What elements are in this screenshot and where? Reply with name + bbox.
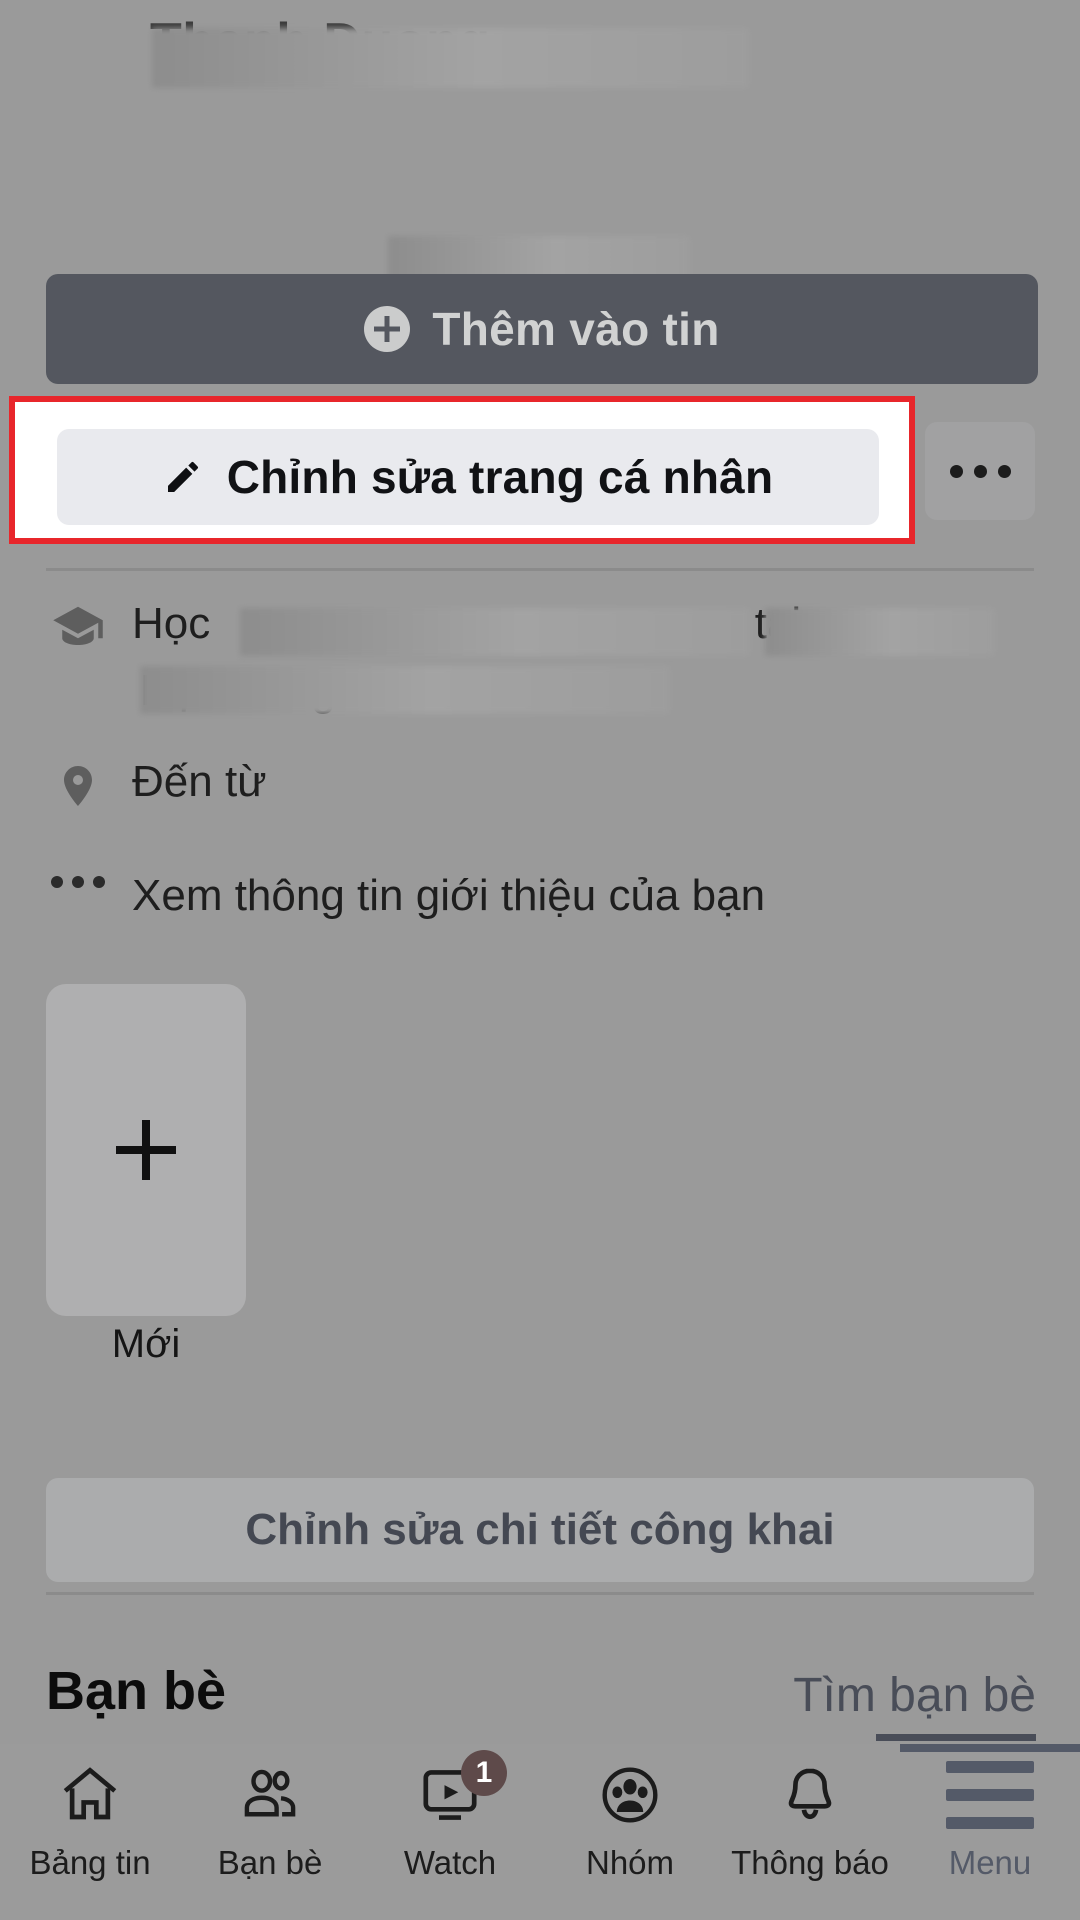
edit-public-details-button[interactable]: Chỉnh sửa chi tiết công khai <box>46 1478 1034 1582</box>
tab-label: Bạn bè <box>217 1844 323 1881</box>
info-row-hometown[interactable]: Đến từ <box>0 754 1080 834</box>
groups-icon <box>597 1758 663 1832</box>
education-redaction-1 <box>240 608 750 656</box>
plus-circle-icon <box>364 306 411 352</box>
ellipsis-icon <box>997 464 1011 478</box>
profile-name-redaction <box>152 28 749 88</box>
education-redaction-2 <box>765 608 995 656</box>
edit-profile-button[interactable]: Chỉnh sửa trang cá nhân <box>57 429 879 525</box>
profile-name-row: Thanh Duong <box>0 6 1080 92</box>
tab-label: Bảng tin <box>29 1844 151 1881</box>
phone-screenshot: Thanh Duong Keep it simple Thêm vào tin <box>0 0 1080 1920</box>
tab-friends[interactable]: Bạn bè <box>180 1758 360 1882</box>
tab-menu[interactable]: Menu <box>900 1744 1080 1882</box>
plus-icon <box>116 1120 176 1180</box>
tab-label: Menu <box>948 1844 1032 1881</box>
graduation-cap-icon <box>46 596 110 654</box>
tab-news-feed[interactable]: Bảng tin <box>0 1758 180 1882</box>
tab-watch[interactable]: 1 Watch <box>360 1750 540 1882</box>
add-to-story-button[interactable]: Thêm vào tin <box>46 274 1038 384</box>
hamburger-menu-icon <box>946 1758 1034 1832</box>
edit-public-details-label: Chỉnh sửa chi tiết công khai <box>245 1505 835 1554</box>
location-pin-icon <box>46 754 110 814</box>
edit-profile-label: Chỉnh sửa trang cá nhân <box>226 451 774 503</box>
divider <box>46 1592 1034 1595</box>
home-icon <box>57 1758 123 1832</box>
active-tab-indicator <box>900 1744 1080 1752</box>
profile-page-content: Thanh Duong Keep it simple Thêm vào tin <box>0 0 1080 1920</box>
ellipsis-icon <box>949 464 963 478</box>
annotation-highlight-box: Chỉnh sửa trang cá nhân <box>9 396 915 544</box>
hometown-label: Đến từ <box>132 757 267 806</box>
see-about-label: Xem thông tin giới thiệu của bạn <box>132 871 766 920</box>
ellipsis-icon <box>46 868 110 892</box>
bell-icon <box>777 1758 843 1832</box>
bottom-tab-bar: Bảng tin Bạn bè 1 Watch Nhóm Thông báo M… <box>0 1744 1080 1920</box>
profile-bio-row: Keep it simple <box>0 112 1080 316</box>
create-story-card[interactable] <box>46 984 246 1316</box>
create-story-label: Mới <box>111 1322 181 1366</box>
find-friends-underline <box>876 1734 1036 1741</box>
info-row-see-about[interactable]: Xem thông tin giới thiệu của bạn <box>0 868 1080 948</box>
watch-badge: 1 <box>461 1750 507 1796</box>
friends-icon <box>237 1758 303 1832</box>
find-friends-link[interactable]: Tìm bạn bè <box>793 1668 1036 1723</box>
friends-section-title: Bạn bè <box>46 1661 227 1721</box>
tab-label: Watch <box>403 1844 497 1881</box>
watch-icon: 1 <box>417 1750 507 1832</box>
tab-notifications[interactable]: Thông báo <box>720 1758 900 1882</box>
divider <box>46 568 1034 571</box>
education-prefix: Học <box>132 599 211 648</box>
ellipsis-icon <box>973 464 987 478</box>
more-options-button[interactable] <box>925 422 1035 520</box>
pencil-icon <box>163 457 203 497</box>
education-redaction-3 <box>140 666 670 714</box>
tab-label: Thông báo <box>731 1844 889 1881</box>
add-to-story-label: Thêm vào tin <box>432 303 720 355</box>
tab-groups[interactable]: Nhóm <box>540 1758 720 1882</box>
tab-label: Nhóm <box>585 1844 675 1881</box>
